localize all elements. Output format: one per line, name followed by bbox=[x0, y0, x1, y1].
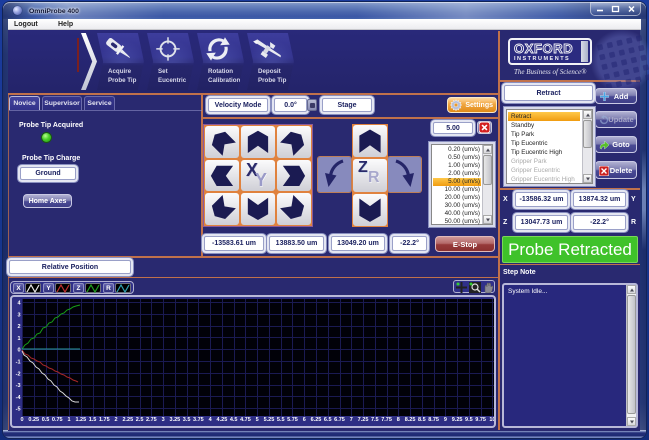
svg-text:7: 7 bbox=[350, 417, 353, 423]
svg-text:4.5: 4.5 bbox=[230, 417, 238, 423]
svg-text:1: 1 bbox=[68, 417, 71, 423]
svg-text:1: 1 bbox=[17, 336, 20, 342]
svg-text:9.5: 9.5 bbox=[465, 417, 473, 423]
svg-text:3.25: 3.25 bbox=[170, 417, 181, 423]
svg-text:0.5: 0.5 bbox=[42, 417, 50, 423]
svg-text:-2: -2 bbox=[16, 371, 21, 377]
svg-text:4: 4 bbox=[17, 301, 21, 307]
svg-text:5.75: 5.75 bbox=[287, 417, 298, 423]
svg-text:6.25: 6.25 bbox=[311, 417, 322, 423]
svg-text:5.25: 5.25 bbox=[264, 417, 275, 423]
svg-text:0.75: 0.75 bbox=[52, 417, 63, 423]
svg-text:4.75: 4.75 bbox=[240, 417, 251, 423]
svg-text:4.25: 4.25 bbox=[217, 417, 228, 423]
svg-text:8.25: 8.25 bbox=[405, 417, 416, 423]
svg-text:-4: -4 bbox=[16, 395, 22, 401]
svg-text:1.5: 1.5 bbox=[89, 417, 97, 423]
svg-text:5: 5 bbox=[256, 417, 259, 423]
svg-text:1.75: 1.75 bbox=[99, 417, 110, 423]
svg-text:3: 3 bbox=[162, 417, 165, 423]
svg-text:7.75: 7.75 bbox=[381, 417, 392, 423]
svg-text:-5: -5 bbox=[16, 407, 21, 413]
svg-text:3.75: 3.75 bbox=[193, 417, 204, 423]
svg-text:4: 4 bbox=[209, 417, 213, 423]
svg-text:9: 9 bbox=[444, 417, 447, 423]
svg-text:2.75: 2.75 bbox=[146, 417, 157, 423]
svg-text:6.5: 6.5 bbox=[324, 417, 332, 423]
svg-text:1.25: 1.25 bbox=[75, 417, 86, 423]
svg-text:-1: -1 bbox=[16, 360, 21, 366]
svg-text:6: 6 bbox=[303, 417, 306, 423]
svg-text:7.5: 7.5 bbox=[371, 417, 379, 423]
svg-text:3.5: 3.5 bbox=[183, 417, 191, 423]
svg-text:8: 8 bbox=[397, 417, 400, 423]
svg-text:8.5: 8.5 bbox=[418, 417, 426, 423]
svg-text:9.25: 9.25 bbox=[452, 417, 463, 423]
svg-text:9.75: 9.75 bbox=[475, 417, 486, 423]
svg-text:8.75: 8.75 bbox=[428, 417, 439, 423]
svg-text:6.75: 6.75 bbox=[334, 417, 345, 423]
svg-text:2.25: 2.25 bbox=[122, 417, 133, 423]
svg-text:0.25: 0.25 bbox=[28, 417, 39, 423]
svg-text:10: 10 bbox=[489, 417, 494, 423]
svg-text:0: 0 bbox=[17, 348, 20, 354]
svg-text:5.5: 5.5 bbox=[277, 417, 285, 423]
svg-text:2: 2 bbox=[17, 324, 20, 330]
svg-text:2: 2 bbox=[115, 417, 118, 423]
svg-text:3: 3 bbox=[17, 312, 20, 318]
svg-text:2.5: 2.5 bbox=[136, 417, 144, 423]
svg-text:0: 0 bbox=[20, 417, 23, 423]
svg-text:-3: -3 bbox=[16, 383, 21, 389]
svg-text:7.25: 7.25 bbox=[358, 417, 369, 423]
